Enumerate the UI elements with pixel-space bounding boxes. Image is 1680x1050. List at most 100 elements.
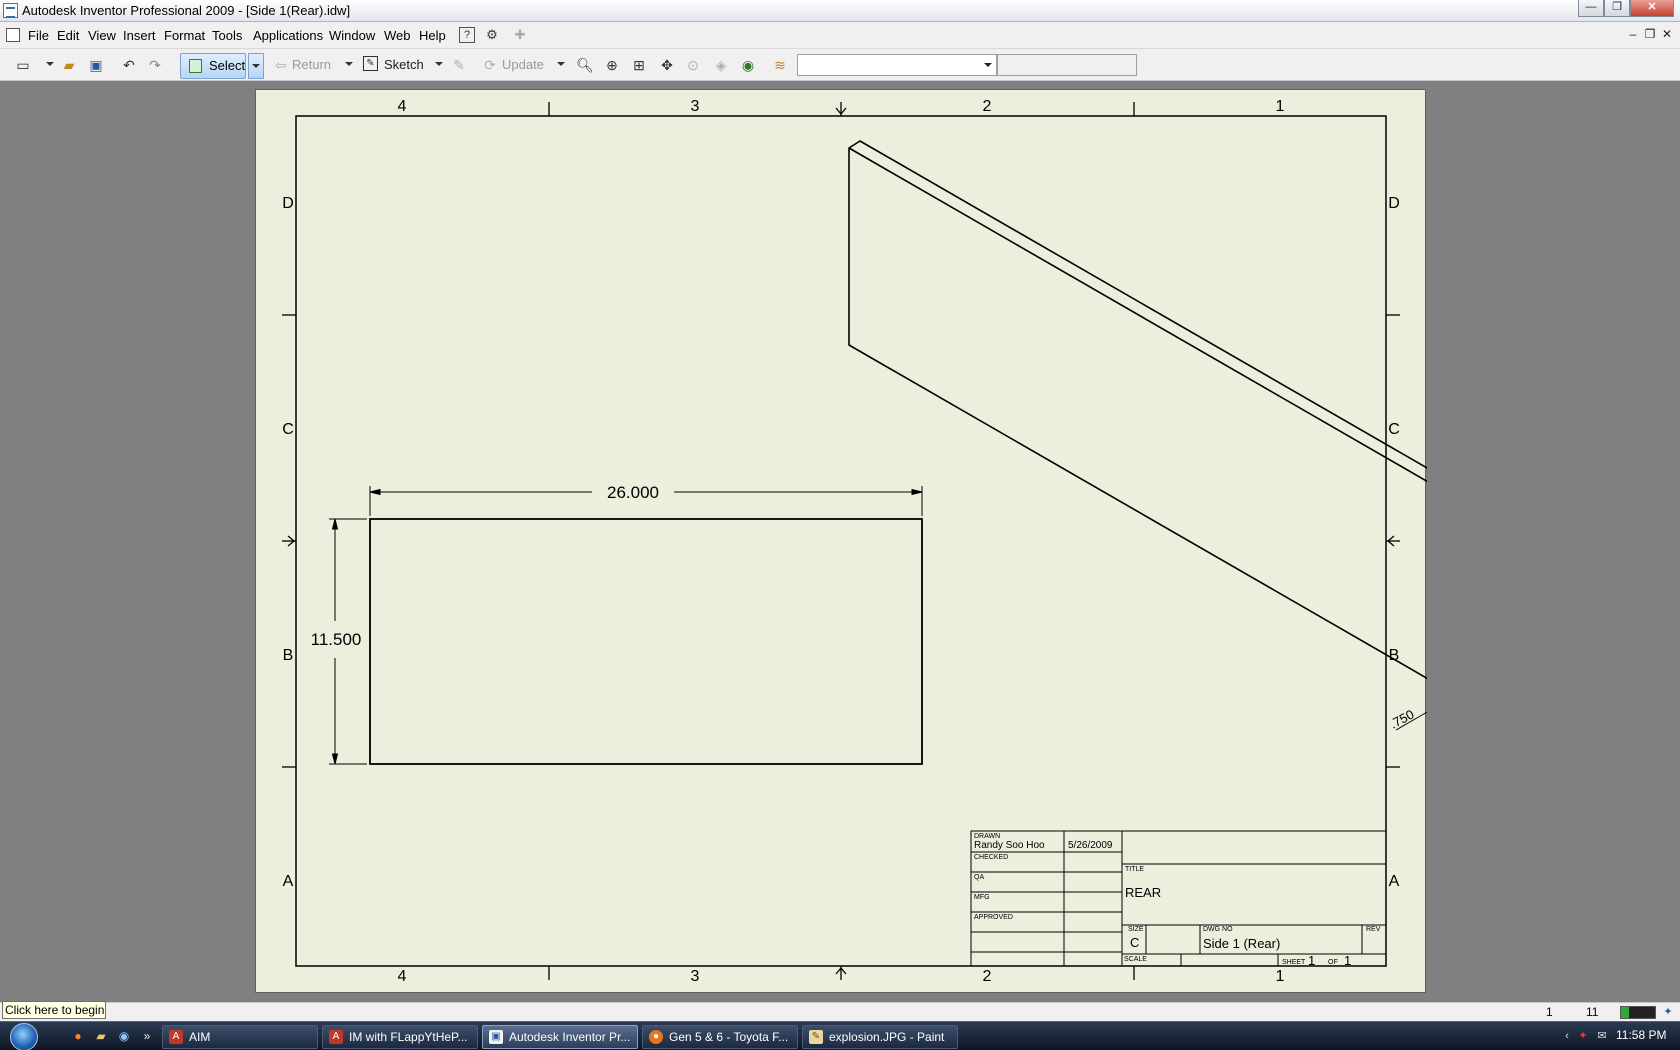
menu-view[interactable]: View [88,28,116,43]
orbit-icon[interactable]: ◈ [712,56,730,74]
quicklaunch-expand-icon[interactable]: » [139,1028,155,1044]
menu-web[interactable]: Web [384,28,411,43]
sketch-icon[interactable]: ✎ [363,56,378,71]
chevron-down-icon [252,64,260,68]
sheet-number: 1 [1308,953,1315,968]
dwg-no[interactable]: Side 1 (Rear) [1203,936,1280,951]
zone-col-bottom-3: 3 [691,968,700,985]
menu-insert[interactable]: Insert [123,28,156,43]
comm-center-icon[interactable]: ✦ [1661,1005,1675,1019]
begin-tooltip[interactable]: Click here to begin [2,1001,106,1019]
task-aim[interactable]: A AIM [162,1025,318,1049]
task-label: Gen 5 & 6 - Toyota F... [669,1030,789,1044]
drawn-date[interactable]: 5/26/2009 [1068,840,1113,851]
layer-field[interactable] [997,54,1137,76]
inventor-app-icon[interactable] [3,3,18,18]
sketch-dropdown-icon[interactable] [435,62,443,66]
drawing-title[interactable]: REAR [1125,885,1161,900]
drawn-label: DRAWN [974,833,1000,840]
doc-close-button[interactable]: ✕ [1660,28,1674,42]
minimize-button[interactable]: — [1578,0,1604,17]
doc-minimize-button[interactable]: – [1626,28,1640,42]
folder-quicklaunch-icon[interactable]: ▰ [93,1028,109,1044]
task-im-window[interactable]: A IM with FLappYtHeP... [322,1025,478,1049]
return-dropdown-icon[interactable] [345,62,353,66]
front-view-outline[interactable] [369,518,923,765]
menu-help[interactable]: Help [419,28,446,43]
save-icon[interactable]: ▣ [87,56,105,74]
drawing-sheet[interactable]: 4 3 2 1 4 3 2 1 D C B A D C B A 26.000 1… [255,89,1427,993]
zone-col-top-3: 3 [691,98,700,115]
graphics-window[interactable]: 4 3 2 1 4 3 2 1 D C B A D C B A 26.000 1… [0,82,1680,1002]
acrobat-tray-icon[interactable]: ✦ [1576,1029,1590,1043]
new-dropdown-icon[interactable] [46,62,54,66]
styles-editor-icon[interactable]: ≋ [771,56,789,74]
of-label: OF [1328,959,1338,966]
task-inventor[interactable]: ▣ Autodesk Inventor Pr... [482,1025,638,1049]
rev-label: REV [1366,926,1381,933]
title-block-frame [970,830,1387,967]
zone-row-right-a: A [1389,873,1400,890]
select-button[interactable]: Select [180,53,246,79]
undo-icon[interactable]: ↶ [120,56,138,74]
status-count-1: 1 [1546,1005,1553,1019]
menu-edit[interactable]: Edit [57,28,79,43]
checked-label: CHECKED [974,854,1008,861]
design-support-icon[interactable]: ⚙ [484,27,500,43]
drawing-svg: 4 3 2 1 4 3 2 1 D C B A D C B A 26.000 1… [282,98,1427,985]
menu-file[interactable]: File [28,28,49,43]
height-dimension-text[interactable]: 11.500 [311,630,362,649]
drawn-by[interactable]: Randy Soo Hoo [974,840,1045,851]
style-select[interactable] [797,54,997,76]
window-title: Autodesk Inventor Professional 2009 - [S… [22,3,351,18]
open-folder-icon[interactable]: ▰ [60,56,78,74]
add-icon[interactable]: ✚ [512,27,528,43]
zone-col-top-4: 4 [398,98,407,115]
media-player-quicklaunch-icon[interactable]: ◉ [116,1028,132,1044]
zoom-window-icon[interactable]: ⊞ [630,56,648,74]
return-arrow-icon[interactable]: ⇦ [272,56,290,74]
isometric-view[interactable] [848,140,1427,680]
zoom-all-icon[interactable]: 🔍︎ [576,56,594,74]
task-paint[interactable]: ✎ explosion.JPG - Paint [802,1025,958,1049]
select-dropdown[interactable] [248,53,264,79]
pan-icon[interactable]: ✥ [658,56,676,74]
sheet-label: SHEET [1282,959,1306,966]
zoom-icon[interactable]: ⊕ [603,56,621,74]
menu-format[interactable]: Format [164,28,205,43]
menu-window[interactable]: Window [329,28,375,43]
edit-sketch-icon[interactable]: ✎ [450,56,468,74]
width-dimension-text[interactable]: 26.000 [607,483,659,502]
menu-applications[interactable]: Applications [253,28,323,43]
tray-expand-icon[interactable]: ‹ [1560,1029,1574,1043]
thickness-dimension-text[interactable]: .750 [1387,706,1416,731]
redo-icon[interactable]: ↷ [146,56,164,74]
sketch-button[interactable]: Sketch [384,55,424,75]
update-dropdown-icon[interactable] [557,62,565,66]
task-label: IM with FLappYtHeP... [349,1030,468,1044]
document-menu-icon[interactable] [6,28,20,42]
new-file-icon[interactable]: ▭ [14,56,32,74]
update-button[interactable]: Update [502,55,544,75]
size-label: SIZE [1128,926,1144,933]
task-firefox[interactable]: ● Gen 5 & 6 - Toyota F... [642,1025,798,1049]
look-at-icon[interactable]: ◉ [739,56,757,74]
doc-restore-button[interactable]: ❐ [1643,28,1657,42]
start-button[interactable] [10,1023,38,1050]
return-button[interactable]: Return [292,55,331,75]
update-icon[interactable]: ⟳ [481,56,499,74]
menu-tools[interactable]: Tools [212,28,242,43]
mfg-label: MFG [974,894,990,901]
zone-col-bottom-1: 1 [1276,968,1285,985]
close-button[interactable]: ✕ [1630,0,1674,17]
mail-tray-icon[interactable]: ✉ [1595,1029,1609,1043]
sheet-size[interactable]: C [1130,935,1139,950]
help-topics-icon[interactable]: ? [459,27,475,43]
clock[interactable]: 11:58 PM [1616,1028,1666,1042]
firefox-quicklaunch-icon[interactable]: ● [70,1028,86,1044]
zoom-selected-icon[interactable]: ⊙ [684,56,702,74]
task-label: explosion.JPG - Paint [829,1030,945,1044]
firefox-icon: ● [649,1030,663,1044]
zone-col-top-1: 1 [1276,98,1285,115]
maximize-button[interactable]: ❐ [1604,0,1630,17]
